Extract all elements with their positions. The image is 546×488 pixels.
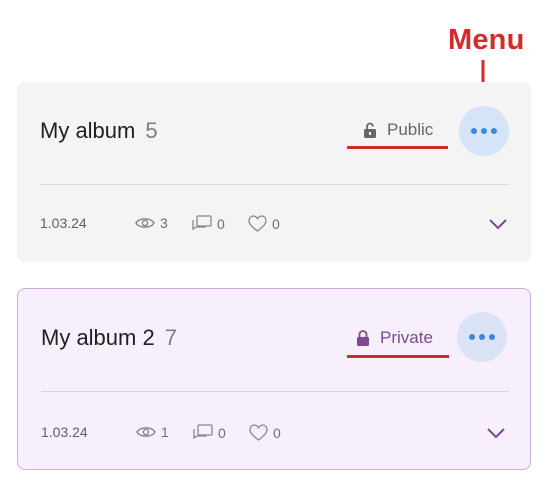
annotation-underline: [347, 146, 448, 149]
comments-count: 0: [218, 424, 226, 441]
menu-annotation-label: Menu: [448, 24, 525, 56]
likes-stat[interactable]: 0: [248, 215, 280, 232]
eye-icon: [135, 218, 155, 228]
album-photo-count: 7: [164, 325, 177, 350]
eye-icon: [136, 427, 156, 437]
visibility-label: Private: [380, 328, 433, 347]
heart-icon: [249, 424, 268, 441]
comments-icon: [192, 215, 212, 231]
views-stat: 1: [136, 424, 169, 440]
more-dots-icon: [471, 128, 477, 134]
unlocked-padlock-icon: [364, 122, 376, 138]
chevron-down-icon[interactable]: [486, 427, 506, 439]
comments-stat[interactable]: 0: [193, 424, 226, 441]
comments-icon: [193, 424, 213, 440]
menu-button[interactable]: [459, 106, 509, 156]
card-divider: [40, 184, 509, 185]
visibility-label: Public: [387, 120, 434, 139]
album-name: My album: [40, 118, 136, 143]
views-count: 1: [161, 424, 169, 440]
visibility-toggle[interactable]: Private: [356, 328, 433, 348]
album-photo-count: 5: [145, 118, 158, 143]
chevron-down-icon[interactable]: [488, 218, 508, 230]
album-card[interactable]: My album 2 7 Private 1.03.24 1 0 0: [17, 288, 531, 470]
views-count: 3: [160, 215, 168, 231]
album-title[interactable]: My album 5: [40, 118, 158, 144]
likes-stat[interactable]: 0: [249, 424, 281, 441]
album-name: My album 2: [41, 325, 155, 350]
locked-padlock-icon: [357, 329, 369, 346]
likes-count: 0: [273, 424, 281, 441]
visibility-toggle[interactable]: Public: [363, 120, 433, 140]
album-date: 1.03.24: [41, 424, 88, 440]
views-stat: 3: [135, 215, 168, 231]
card-divider: [41, 391, 509, 392]
heart-icon: [248, 215, 267, 232]
menu-button[interactable]: [457, 312, 507, 362]
album-date: 1.03.24: [40, 215, 87, 231]
annotation-underline: [347, 355, 449, 358]
comments-count: 0: [217, 215, 225, 232]
more-dots-icon: [469, 334, 475, 340]
comments-stat[interactable]: 0: [192, 215, 225, 232]
album-title[interactable]: My album 2 7: [41, 325, 177, 351]
album-card[interactable]: My album 5 Public 1.03.24 3 0 0: [17, 82, 531, 262]
likes-count: 0: [272, 215, 280, 232]
